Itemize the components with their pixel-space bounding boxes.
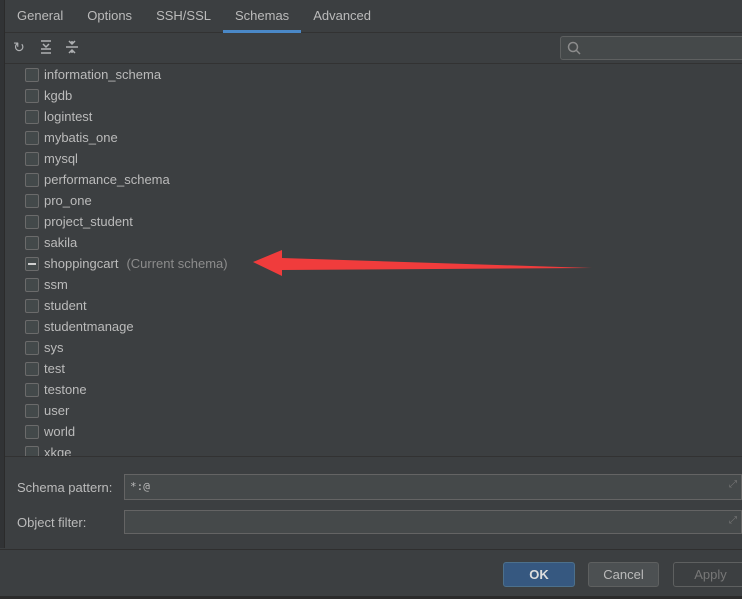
object-filter-input[interactable]: ⤢ xyxy=(124,510,742,534)
schema-pattern-input[interactable]: *:@ ⤢ xyxy=(124,474,742,500)
apply-button[interactable]: Apply xyxy=(673,562,742,587)
cancel-button[interactable]: Cancel xyxy=(588,562,659,587)
expand-icon[interactable]: ⤢ xyxy=(729,515,737,526)
schema-pattern-label: Schema pattern: xyxy=(17,480,113,495)
object-filter-label: Object filter: xyxy=(17,515,87,530)
expand-icon[interactable]: ⤢ xyxy=(729,479,737,490)
divider xyxy=(0,549,742,550)
schema-pattern-value: *:@ xyxy=(130,480,150,493)
ok-button[interactable]: OK xyxy=(503,562,575,587)
